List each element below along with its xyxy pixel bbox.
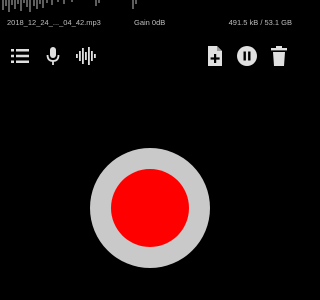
record-control [90,148,210,268]
waveform-strip [0,0,300,14]
status-bar: 2018_12_24_..._04_42.mp3 Gain 0dB 491.5 … [0,16,300,30]
list-icon [11,49,29,63]
record-button[interactable] [90,148,210,268]
microphone-button[interactable] [39,40,67,72]
waveform-button[interactable] [72,40,100,72]
pause-icon [237,46,257,66]
add-file-icon [208,46,222,66]
pause-button[interactable] [233,40,261,72]
recorder-app: 2018_12_24_..._04_42.mp3 Gain 0dB 491.5 … [0,0,300,300]
gain-readout: Gain 0dB [134,18,166,27]
delete-icon [271,46,287,66]
file-size-readout: 491.5 kB / 53.1 GB [228,18,292,27]
record-indicator [111,169,189,247]
waveform-icon [76,47,96,65]
new-recording-button[interactable] [201,40,229,72]
delete-button[interactable] [265,40,293,72]
waveform-trace [2,0,137,12]
toolbar [0,40,300,72]
microphone-icon [46,47,60,65]
recordings-list-button[interactable] [6,40,34,72]
recording-filename: 2018_12_24_..._04_42.mp3 [7,18,101,27]
